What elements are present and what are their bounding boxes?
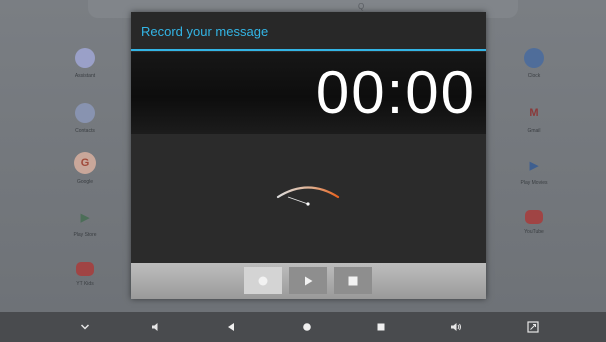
app-youtube[interactable]: YouTube [509,210,559,235]
home-icon[interactable] [296,318,318,336]
navigation-bar [0,312,606,342]
title-divider [131,49,486,51]
play-movies-icon: ▶ [529,159,539,172]
app-label: Google [76,179,94,185]
elapsed-timer: 00:00 [315,59,476,126]
app-label: Gmail [527,128,541,134]
search-label: Q [358,2,365,11]
screenshot-icon[interactable] [522,318,544,336]
app-play-movies[interactable]: ▶ Play Movies [509,155,559,187]
contacts-icon [75,103,95,123]
chevron-down-icon[interactable] [74,318,96,336]
yt-kids-icon [76,262,94,276]
level-meter-icon [276,186,340,206]
record-icon [258,276,268,285]
app-assistant[interactable]: Assistant [60,48,110,79]
app-label: Play Movies [520,180,548,186]
recents-icon[interactable] [370,318,392,336]
stop-icon [348,276,358,285]
app-contacts[interactable]: Contacts [60,103,110,134]
gmail-icon: M [529,107,539,119]
google-icon: G [74,152,96,174]
app-gmail[interactable]: M Gmail [509,103,559,134]
record-dialog: Record your message 00:00 [131,12,486,299]
app-label: Contacts [75,128,95,134]
play-store-icon: ▶ [80,211,90,224]
app-clock[interactable]: Clock [509,48,559,79]
app-label: Play Store [73,232,97,238]
assistant-icon [75,48,95,68]
app-label: Assistant [74,73,96,79]
youtube-icon [525,210,543,224]
app-google[interactable]: G Google [60,152,110,185]
app-label: YouTube [524,229,544,235]
timer-panel: 00:00 [131,52,486,134]
play-button[interactable] [289,267,327,294]
play-icon [305,276,313,285]
app-label: YT Kids [76,281,94,287]
app-label: Clock [527,73,541,79]
back-icon[interactable] [220,318,242,336]
dialog-title: Record your message [141,24,269,39]
stop-button[interactable] [334,267,372,294]
app-yt-kids[interactable]: YT Kids [60,262,110,287]
volume-up-icon[interactable] [445,318,467,336]
clock-icon [524,48,544,68]
recorder-controls [131,263,486,299]
dialog-header: Record your message [131,12,486,50]
volume-down-icon[interactable] [145,318,167,336]
record-button[interactable] [244,267,282,294]
app-play-store[interactable]: ▶ Play Store [60,207,110,239]
